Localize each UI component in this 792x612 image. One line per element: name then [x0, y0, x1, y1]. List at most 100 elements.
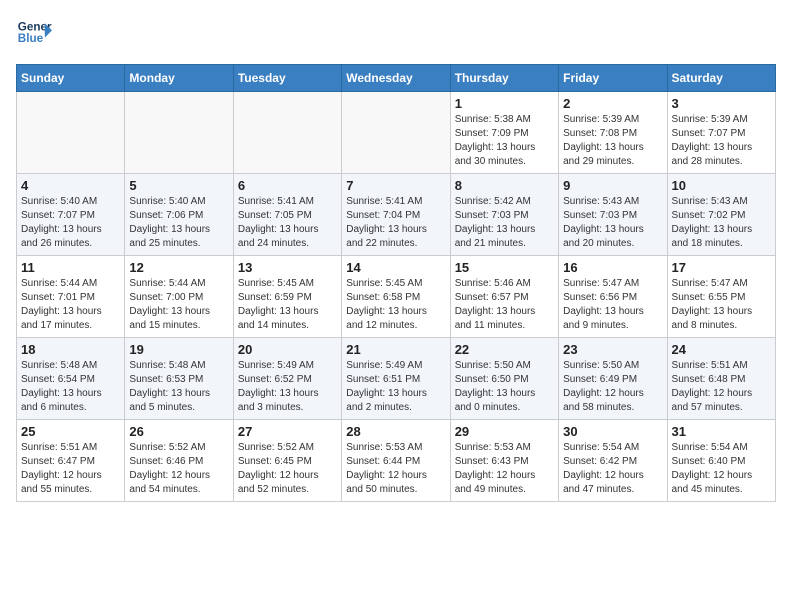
calendar-cell: 5 Sunrise: 5:40 AM Sunset: 7:06 PM Daylig… — [125, 174, 233, 256]
page-header: General Blue — [16, 16, 776, 52]
day-number: 26 — [129, 424, 228, 439]
day-header-thursday: Thursday — [450, 65, 558, 92]
calendar-cell: 8 Sunrise: 5:42 AM Sunset: 7:03 PM Daylig… — [450, 174, 558, 256]
calendar-cell: 11 Sunrise: 5:44 AM Sunset: 7:01 PM Dayli… — [17, 256, 125, 338]
calendar-cell — [342, 92, 450, 174]
calendar-cell: 12Sunrise: 5:44 AM Sunset: 7:00 PM Dayli… — [125, 256, 233, 338]
calendar-cell — [17, 92, 125, 174]
day-info: Sunrise: 5:50 AM Sunset: 6:49 PM Dayligh… — [563, 359, 662, 415]
day-info: Sunrise: 5:52 AM Sunset: 6:46 PM Dayligh… — [129, 441, 228, 497]
day-header-saturday: Saturday — [667, 65, 775, 92]
calendar-cell: 18Sunrise: 5:48 AM Sunset: 6:54 PM Dayli… — [17, 338, 125, 420]
day-number: 31 — [672, 424, 771, 439]
calendar-week-4: 18Sunrise: 5:48 AM Sunset: 6:54 PM Dayli… — [17, 338, 776, 420]
day-number: 11 — [21, 260, 120, 275]
day-info: Sunrise: 5:40 AM Sunset: 7:06 PM Dayligh… — [129, 195, 228, 251]
day-number: 19 — [129, 342, 228, 357]
day-info: Sunrise: 5:51 AM Sunset: 6:47 PM Dayligh… — [21, 441, 120, 497]
calendar-cell: 19 Sunrise: 5:48 AM Sunset: 6:53 PM Dayli… — [125, 338, 233, 420]
day-info: Sunrise: 5:53 AM Sunset: 6:43 PM Dayligh… — [455, 441, 554, 497]
day-number: 28 — [346, 424, 445, 439]
day-number: 8 — [455, 178, 554, 193]
calendar-cell: 20 Sunrise: 5:49 AM Sunset: 6:52 PM Dayli… — [233, 338, 341, 420]
day-header-friday: Friday — [559, 65, 667, 92]
calendar-cell: 28 Sunrise: 5:53 AM Sunset: 6:44 PM Dayli… — [342, 420, 450, 502]
calendar-cell: 1Sunrise: 5:38 AM Sunset: 7:09 PM Daylig… — [450, 92, 558, 174]
day-info: Sunrise: 5:53 AM Sunset: 6:44 PM Dayligh… — [346, 441, 445, 497]
day-number: 2 — [563, 96, 662, 111]
day-info: Sunrise: 5:43 AM Sunset: 7:02 PM Dayligh… — [672, 195, 771, 251]
day-info: Sunrise: 5:41 AM Sunset: 7:05 PM Dayligh… — [238, 195, 337, 251]
calendar-cell: 15 Sunrise: 5:46 AM Sunset: 6:57 PM Dayli… — [450, 256, 558, 338]
day-header-wednesday: Wednesday — [342, 65, 450, 92]
day-number: 22 — [455, 342, 554, 357]
calendar-cell: 7Sunrise: 5:41 AM Sunset: 7:04 PM Daylig… — [342, 174, 450, 256]
day-info: Sunrise: 5:38 AM Sunset: 7:09 PM Dayligh… — [455, 113, 554, 169]
day-number: 3 — [672, 96, 771, 111]
day-info: Sunrise: 5:39 AM Sunset: 7:08 PM Dayligh… — [563, 113, 662, 169]
calendar-header-row: SundayMondayTuesdayWednesdayThursdayFrid… — [17, 65, 776, 92]
calendar-cell: 3 Sunrise: 5:39 AM Sunset: 7:07 PM Daylig… — [667, 92, 775, 174]
calendar-week-5: 25 Sunrise: 5:51 AM Sunset: 6:47 PM Dayli… — [17, 420, 776, 502]
day-header-tuesday: Tuesday — [233, 65, 341, 92]
day-number: 6 — [238, 178, 337, 193]
day-number: 23 — [563, 342, 662, 357]
day-info: Sunrise: 5:46 AM Sunset: 6:57 PM Dayligh… — [455, 277, 554, 333]
day-info: Sunrise: 5:49 AM Sunset: 6:52 PM Dayligh… — [238, 359, 337, 415]
day-number: 15 — [455, 260, 554, 275]
svg-text:Blue: Blue — [18, 32, 44, 45]
day-info: Sunrise: 5:41 AM Sunset: 7:04 PM Dayligh… — [346, 195, 445, 251]
day-number: 20 — [238, 342, 337, 357]
day-number: 17 — [672, 260, 771, 275]
day-info: Sunrise: 5:44 AM Sunset: 7:01 PM Dayligh… — [21, 277, 120, 333]
calendar-week-2: 4 Sunrise: 5:40 AM Sunset: 7:07 PM Daylig… — [17, 174, 776, 256]
day-number: 25 — [21, 424, 120, 439]
day-number: 10 — [672, 178, 771, 193]
day-info: Sunrise: 5:42 AM Sunset: 7:03 PM Dayligh… — [455, 195, 554, 251]
day-number: 4 — [21, 178, 120, 193]
calendar-cell: 21 Sunrise: 5:49 AM Sunset: 6:51 PM Dayli… — [342, 338, 450, 420]
calendar-cell: 2 Sunrise: 5:39 AM Sunset: 7:08 PM Daylig… — [559, 92, 667, 174]
day-number: 9 — [563, 178, 662, 193]
day-number: 27 — [238, 424, 337, 439]
calendar-cell: 30 Sunrise: 5:54 AM Sunset: 6:42 PM Dayli… — [559, 420, 667, 502]
day-info: Sunrise: 5:54 AM Sunset: 6:40 PM Dayligh… — [672, 441, 771, 497]
day-header-monday: Monday — [125, 65, 233, 92]
calendar-cell: 22 Sunrise: 5:50 AM Sunset: 6:50 PM Dayli… — [450, 338, 558, 420]
calendar-table: SundayMondayTuesdayWednesdayThursdayFrid… — [16, 64, 776, 502]
day-number: 29 — [455, 424, 554, 439]
calendar-cell: 6 Sunrise: 5:41 AM Sunset: 7:05 PM Daylig… — [233, 174, 341, 256]
day-number: 5 — [129, 178, 228, 193]
calendar-cell: 27Sunrise: 5:52 AM Sunset: 6:45 PM Dayli… — [233, 420, 341, 502]
day-info: Sunrise: 5:45 AM Sunset: 6:58 PM Dayligh… — [346, 277, 445, 333]
day-info: Sunrise: 5:54 AM Sunset: 6:42 PM Dayligh… — [563, 441, 662, 497]
calendar-week-1: 1Sunrise: 5:38 AM Sunset: 7:09 PM Daylig… — [17, 92, 776, 174]
day-number: 21 — [346, 342, 445, 357]
calendar-cell: 17Sunrise: 5:47 AM Sunset: 6:55 PM Dayli… — [667, 256, 775, 338]
day-number: 30 — [563, 424, 662, 439]
day-info: Sunrise: 5:50 AM Sunset: 6:50 PM Dayligh… — [455, 359, 554, 415]
calendar-cell: 4 Sunrise: 5:40 AM Sunset: 7:07 PM Daylig… — [17, 174, 125, 256]
calendar-cell: 14 Sunrise: 5:45 AM Sunset: 6:58 PM Dayli… — [342, 256, 450, 338]
calendar-cell: 16Sunrise: 5:47 AM Sunset: 6:56 PM Dayli… — [559, 256, 667, 338]
day-info: Sunrise: 5:40 AM Sunset: 7:07 PM Dayligh… — [21, 195, 120, 251]
day-info: Sunrise: 5:43 AM Sunset: 7:03 PM Dayligh… — [563, 195, 662, 251]
day-header-sunday: Sunday — [17, 65, 125, 92]
calendar-cell — [125, 92, 233, 174]
day-info: Sunrise: 5:39 AM Sunset: 7:07 PM Dayligh… — [672, 113, 771, 169]
day-number: 18 — [21, 342, 120, 357]
calendar-cell: 26 Sunrise: 5:52 AM Sunset: 6:46 PM Dayli… — [125, 420, 233, 502]
day-info: Sunrise: 5:49 AM Sunset: 6:51 PM Dayligh… — [346, 359, 445, 415]
logo-icon: General Blue — [16, 16, 52, 52]
calendar-cell — [233, 92, 341, 174]
day-info: Sunrise: 5:51 AM Sunset: 6:48 PM Dayligh… — [672, 359, 771, 415]
calendar-cell: 25 Sunrise: 5:51 AM Sunset: 6:47 PM Dayli… — [17, 420, 125, 502]
calendar-cell: 10 Sunrise: 5:43 AM Sunset: 7:02 PM Dayli… — [667, 174, 775, 256]
calendar-cell: 24Sunrise: 5:51 AM Sunset: 6:48 PM Dayli… — [667, 338, 775, 420]
day-number: 13 — [238, 260, 337, 275]
calendar-cell: 13Sunrise: 5:45 AM Sunset: 6:59 PM Dayli… — [233, 256, 341, 338]
calendar-cell: 9 Sunrise: 5:43 AM Sunset: 7:03 PM Daylig… — [559, 174, 667, 256]
logo: General Blue — [16, 16, 52, 52]
day-number: 14 — [346, 260, 445, 275]
day-info: Sunrise: 5:48 AM Sunset: 6:53 PM Dayligh… — [129, 359, 228, 415]
